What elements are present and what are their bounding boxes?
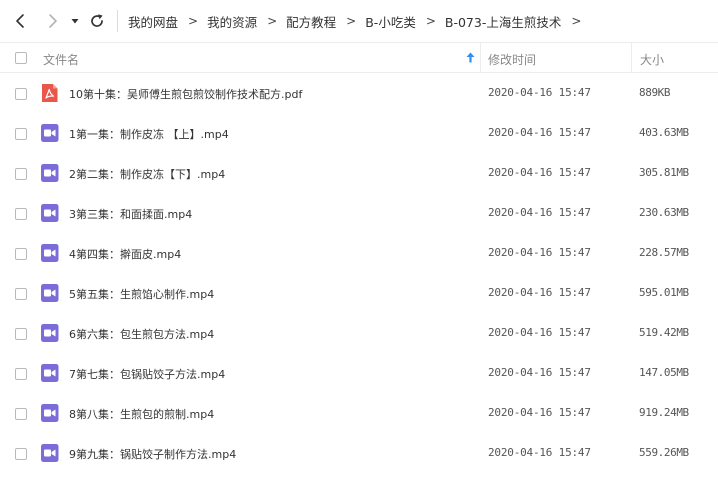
video-file-icon [40, 323, 59, 343]
file-name[interactable]: 7第七集：包锅贴饺子方法.mp4 [69, 366, 225, 382]
row-checkbox[interactable] [15, 88, 27, 100]
file-size: 889KB [639, 86, 671, 99]
file-row[interactable]: 5第五集：生煎馅心制作.mp4 2020-04-16 15:47 595.01M… [0, 273, 718, 313]
breadcrumb-item-netdisk[interactable]: 我的网盘 [128, 12, 178, 31]
row-checkbox[interactable] [15, 128, 27, 140]
file-name[interactable]: 2第二集：制作皮冻【下】.mp4 [69, 166, 225, 182]
file-size: 595.01MB [639, 286, 689, 299]
chevron-left-icon [16, 14, 24, 28]
file-row[interactable]: 7第七集：包锅贴饺子方法.mp4 2020-04-16 15:47 147.05… [0, 353, 718, 393]
column-header-size[interactable]: 大小 [640, 51, 664, 68]
file-size: 228.57MB [639, 246, 689, 259]
video-file-icon [40, 203, 59, 223]
caret-down-icon [71, 19, 79, 24]
video-file-icon [40, 243, 59, 263]
select-all-checkbox[interactable] [15, 52, 27, 64]
file-name[interactable]: 4第四集：擀面皮.mp4 [69, 246, 181, 262]
breadcrumb-separator: > [188, 14, 199, 28]
file-row[interactable]: 10第十集：吴师傅生煎包煎饺制作技术配方.pdf 2020-04-16 15:4… [0, 73, 718, 113]
video-file-icon [40, 403, 59, 423]
arrow-up-icon[interactable] [466, 52, 475, 63]
file-name[interactable]: 10第十集：吴师傅生煎包煎饺制作技术配方.pdf [69, 86, 302, 102]
breadcrumb-trailing-chevron[interactable]: > [571, 14, 581, 28]
video-file-icon [40, 363, 59, 383]
file-modified-time: 2020-04-16 15:47 [488, 286, 591, 299]
file-row[interactable]: 6第六集：包生煎包方法.mp4 2020-04-16 15:47 519.42M… [0, 313, 718, 353]
video-file-icon [40, 283, 59, 303]
file-row[interactable]: 9第九集：锅贴饺子制作方法.mp4 2020-04-16 15:47 559.2… [0, 433, 718, 473]
file-row[interactable]: 4第四集：擀面皮.mp4 2020-04-16 15:47 228.57MB [0, 233, 718, 273]
file-list-header: 文件名 修改时间 大小 [0, 42, 718, 73]
file-size: 230.63MB [639, 206, 689, 219]
breadcrumb-item-snacks[interactable]: B-小吃类 [365, 12, 416, 31]
breadcrumb: 我的网盘 > 我的资源 > 配方教程 > B-小吃类 > B-073-上海生煎技… [128, 0, 590, 42]
row-checkbox[interactable] [15, 328, 27, 340]
file-modified-time: 2020-04-16 15:47 [488, 166, 591, 179]
pdf-file-icon [40, 83, 59, 103]
file-name[interactable]: 1第一集：制作皮冻 【上】.mp4 [69, 126, 229, 142]
file-modified-time: 2020-04-16 15:47 [488, 406, 591, 419]
refresh-button[interactable] [87, 11, 107, 31]
breadcrumb-item-my-resources[interactable]: 我的资源 [207, 12, 257, 31]
file-row[interactable]: 2第二集：制作皮冻【下】.mp4 2020-04-16 15:47 305.81… [0, 153, 718, 193]
video-file-icon [40, 163, 59, 183]
file-size: 559.26MB [639, 446, 689, 459]
file-name[interactable]: 6第六集：包生煎包方法.mp4 [69, 326, 214, 342]
breadcrumb-separator: > [425, 14, 436, 28]
column-header-name[interactable]: 文件名 [43, 51, 79, 68]
breadcrumb-item-recipes[interactable]: 配方教程 [286, 12, 336, 31]
file-name[interactable]: 9第九集：锅贴饺子制作方法.mp4 [69, 446, 236, 462]
file-modified-time: 2020-04-16 15:47 [488, 206, 591, 219]
file-size: 919.24MB [639, 406, 689, 419]
file-modified-time: 2020-04-16 15:47 [488, 326, 591, 339]
chevron-right-icon [49, 14, 57, 28]
file-name[interactable]: 8第八集：生煎包的煎制.mp4 [69, 406, 214, 422]
file-list: 10第十集：吴师傅生煎包煎饺制作技术配方.pdf 2020-04-16 15:4… [0, 73, 718, 473]
row-checkbox[interactable] [15, 368, 27, 380]
column-header-modified[interactable]: 修改时间 [488, 51, 536, 68]
nav-divider [117, 10, 118, 32]
file-row[interactable]: 1第一集：制作皮冻 【上】.mp4 2020-04-16 15:47 403.6… [0, 113, 718, 153]
file-modified-time: 2020-04-16 15:47 [488, 246, 591, 259]
file-size: 403.63MB [639, 126, 689, 139]
refresh-icon [91, 14, 103, 27]
breadcrumb-separator: > [346, 14, 357, 28]
row-checkbox[interactable] [15, 408, 27, 420]
file-size: 519.42MB [639, 326, 689, 339]
file-row[interactable]: 3第三集：和面揉面.mp4 2020-04-16 15:47 230.63MB [0, 193, 718, 233]
file-name[interactable]: 3第三集：和面揉面.mp4 [69, 206, 192, 222]
history-dropdown-button[interactable] [67, 11, 83, 31]
breadcrumb-item-current-folder[interactable]: B-073-上海生煎技术 [445, 12, 561, 31]
video-file-icon [40, 443, 59, 463]
file-name[interactable]: 5第五集：生煎馅心制作.mp4 [69, 286, 214, 302]
file-size: 305.81MB [639, 166, 689, 179]
file-modified-time: 2020-04-16 15:47 [488, 446, 591, 459]
row-checkbox[interactable] [15, 208, 27, 220]
column-divider[interactable] [480, 43, 481, 72]
column-divider[interactable] [631, 43, 632, 72]
breadcrumb-separator: > [267, 14, 278, 28]
file-modified-time: 2020-04-16 15:47 [488, 86, 591, 99]
video-file-icon [40, 123, 59, 143]
navigation-bar: 我的网盘 > 我的资源 > 配方教程 > B-小吃类 > B-073-上海生煎技… [0, 0, 718, 42]
file-browser: 我的网盘 > 我的资源 > 配方教程 > B-小吃类 > B-073-上海生煎技… [0, 0, 718, 492]
file-modified-time: 2020-04-16 15:47 [488, 366, 591, 379]
file-row[interactable]: 8第八集：生煎包的煎制.mp4 2020-04-16 15:47 919.24M… [0, 393, 718, 433]
row-checkbox[interactable] [15, 168, 27, 180]
forward-button[interactable] [42, 11, 62, 31]
row-checkbox[interactable] [15, 448, 27, 460]
row-checkbox[interactable] [15, 288, 27, 300]
file-modified-time: 2020-04-16 15:47 [488, 126, 591, 139]
file-size: 147.05MB [639, 366, 689, 379]
back-button[interactable] [11, 11, 31, 31]
row-checkbox[interactable] [15, 248, 27, 260]
